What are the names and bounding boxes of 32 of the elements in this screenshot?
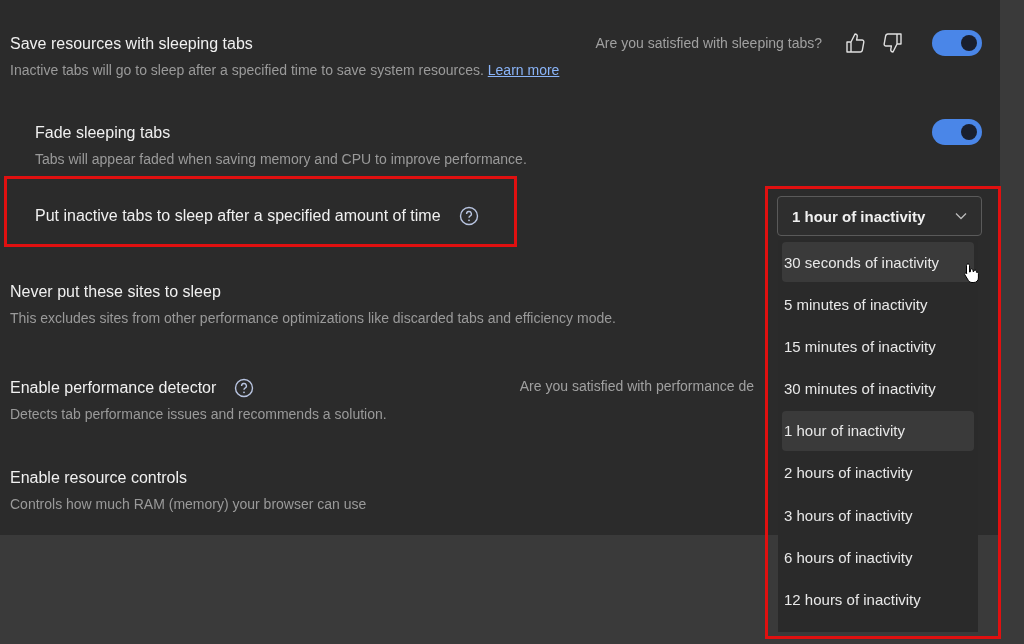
menu-option[interactable]: 3 hours of inactivity <box>782 495 974 536</box>
learn-more-link[interactable]: Learn more <box>487 62 560 78</box>
menu-option[interactable]: 30 minutes of inactivity <box>782 368 974 409</box>
setting-description: Inactive tabs will go to sleep after a specified time to save system resources. Learn more <box>10 62 561 78</box>
setting-description: Tabs will appear faded when saving memory and CPU to improve performance. <box>35 151 528 167</box>
hand-cursor-icon <box>963 262 981 284</box>
menu-option[interactable]: 6 hours of inactivity <box>782 537 974 578</box>
thumbs-down-icon[interactable] <box>882 32 904 54</box>
menu-option[interactable]: 2 hours of inactivity <box>782 452 974 493</box>
thumbs-up-icon[interactable] <box>844 32 866 54</box>
help-icon[interactable] <box>458 206 479 226</box>
toggle-switch[interactable] <box>932 30 982 56</box>
menu-option[interactable]: 15 minutes of inactivity <box>782 326 974 367</box>
setting-title: Never put these sites to sleep <box>10 282 221 302</box>
setting-title: Save resources with sleeping tabs <box>10 34 253 54</box>
setting-title: Enable resource controls <box>10 468 187 488</box>
feedback-question: Are you satisfied with performance de <box>519 378 754 394</box>
feedback-question: Are you satisfied with sleeping tabs? <box>595 35 822 51</box>
duration-dropdown[interactable]: 1 hour of inactivity <box>777 196 982 236</box>
setting-description: Detects tab performance issues and recommends a solution. <box>10 406 388 422</box>
setting-title: Fade sleeping tabs <box>35 123 171 143</box>
setting-description: Controls how much RAM (memory) your browser can use <box>10 496 368 512</box>
menu-option[interactable]: 30 seconds of inactivity <box>782 242 974 282</box>
setting-title: Put inactive tabs to sleep after a specified amount of time <box>35 206 441 226</box>
toggle-switch[interactable] <box>932 119 982 145</box>
setting-title: Enable performance detector <box>10 378 217 398</box>
chevron-icon <box>955 212 967 220</box>
menu-option[interactable]: 12 hours of inactivity <box>782 579 974 620</box>
menu-option[interactable]: 1 hour of inactivity <box>782 410 974 451</box>
menu-option[interactable]: 5 minutes of inactivity <box>782 284 974 325</box>
help-icon[interactable] <box>234 378 255 398</box>
setting-description: This excludes sites from other performance optimizations like discarded tabs and efficiency mode. <box>10 310 617 326</box>
